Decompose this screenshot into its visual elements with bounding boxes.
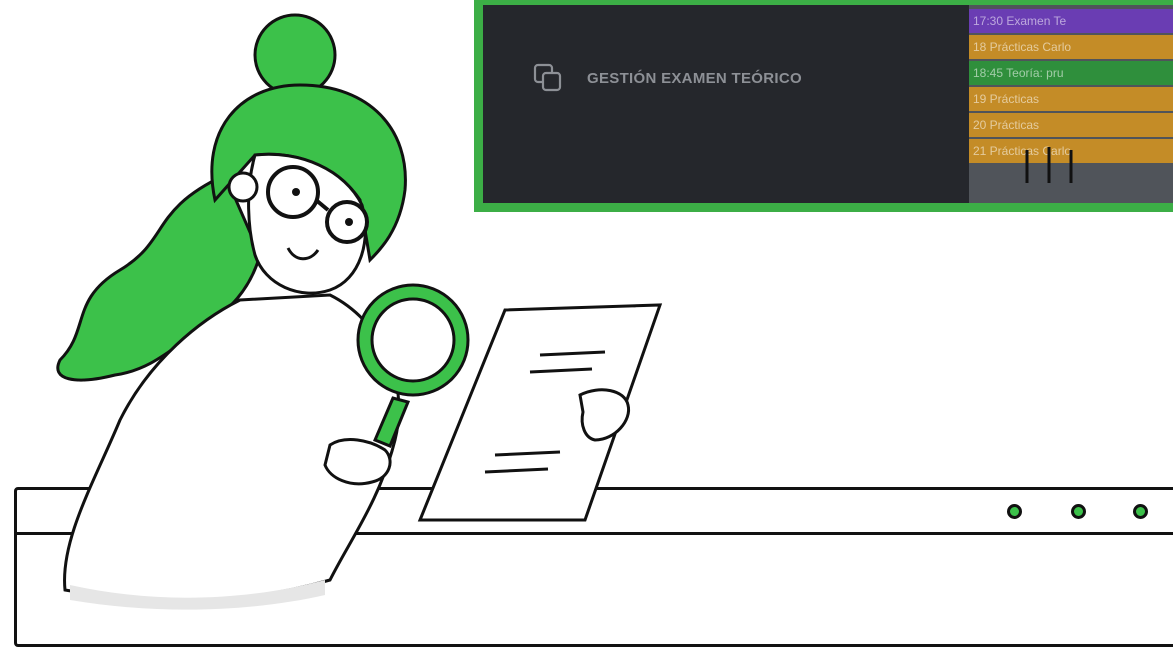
window-dot[interactable] <box>1007 504 1022 519</box>
calendar-event[interactable]: 19 Prácticas <box>969 87 1173 111</box>
window-dot[interactable] <box>1133 504 1148 519</box>
calendar-event[interactable]: 18:45 Teoría: pru <box>969 61 1173 85</box>
calendar-event[interactable]: 18 Prácticas Carlo <box>969 35 1173 59</box>
calendar-event[interactable]: 17:30 Examen Te <box>969 9 1173 33</box>
calendar-event[interactable]: 20 Prácticas <box>969 113 1173 137</box>
cursor-bars-icon <box>1025 147 1073 183</box>
woman-magnifier-illustration <box>56 13 663 610</box>
window-dot[interactable] <box>1071 504 1086 519</box>
calendar-column: 17:30 Examen Te 18 Prácticas Carlo 18:45… <box>969 5 1173 203</box>
